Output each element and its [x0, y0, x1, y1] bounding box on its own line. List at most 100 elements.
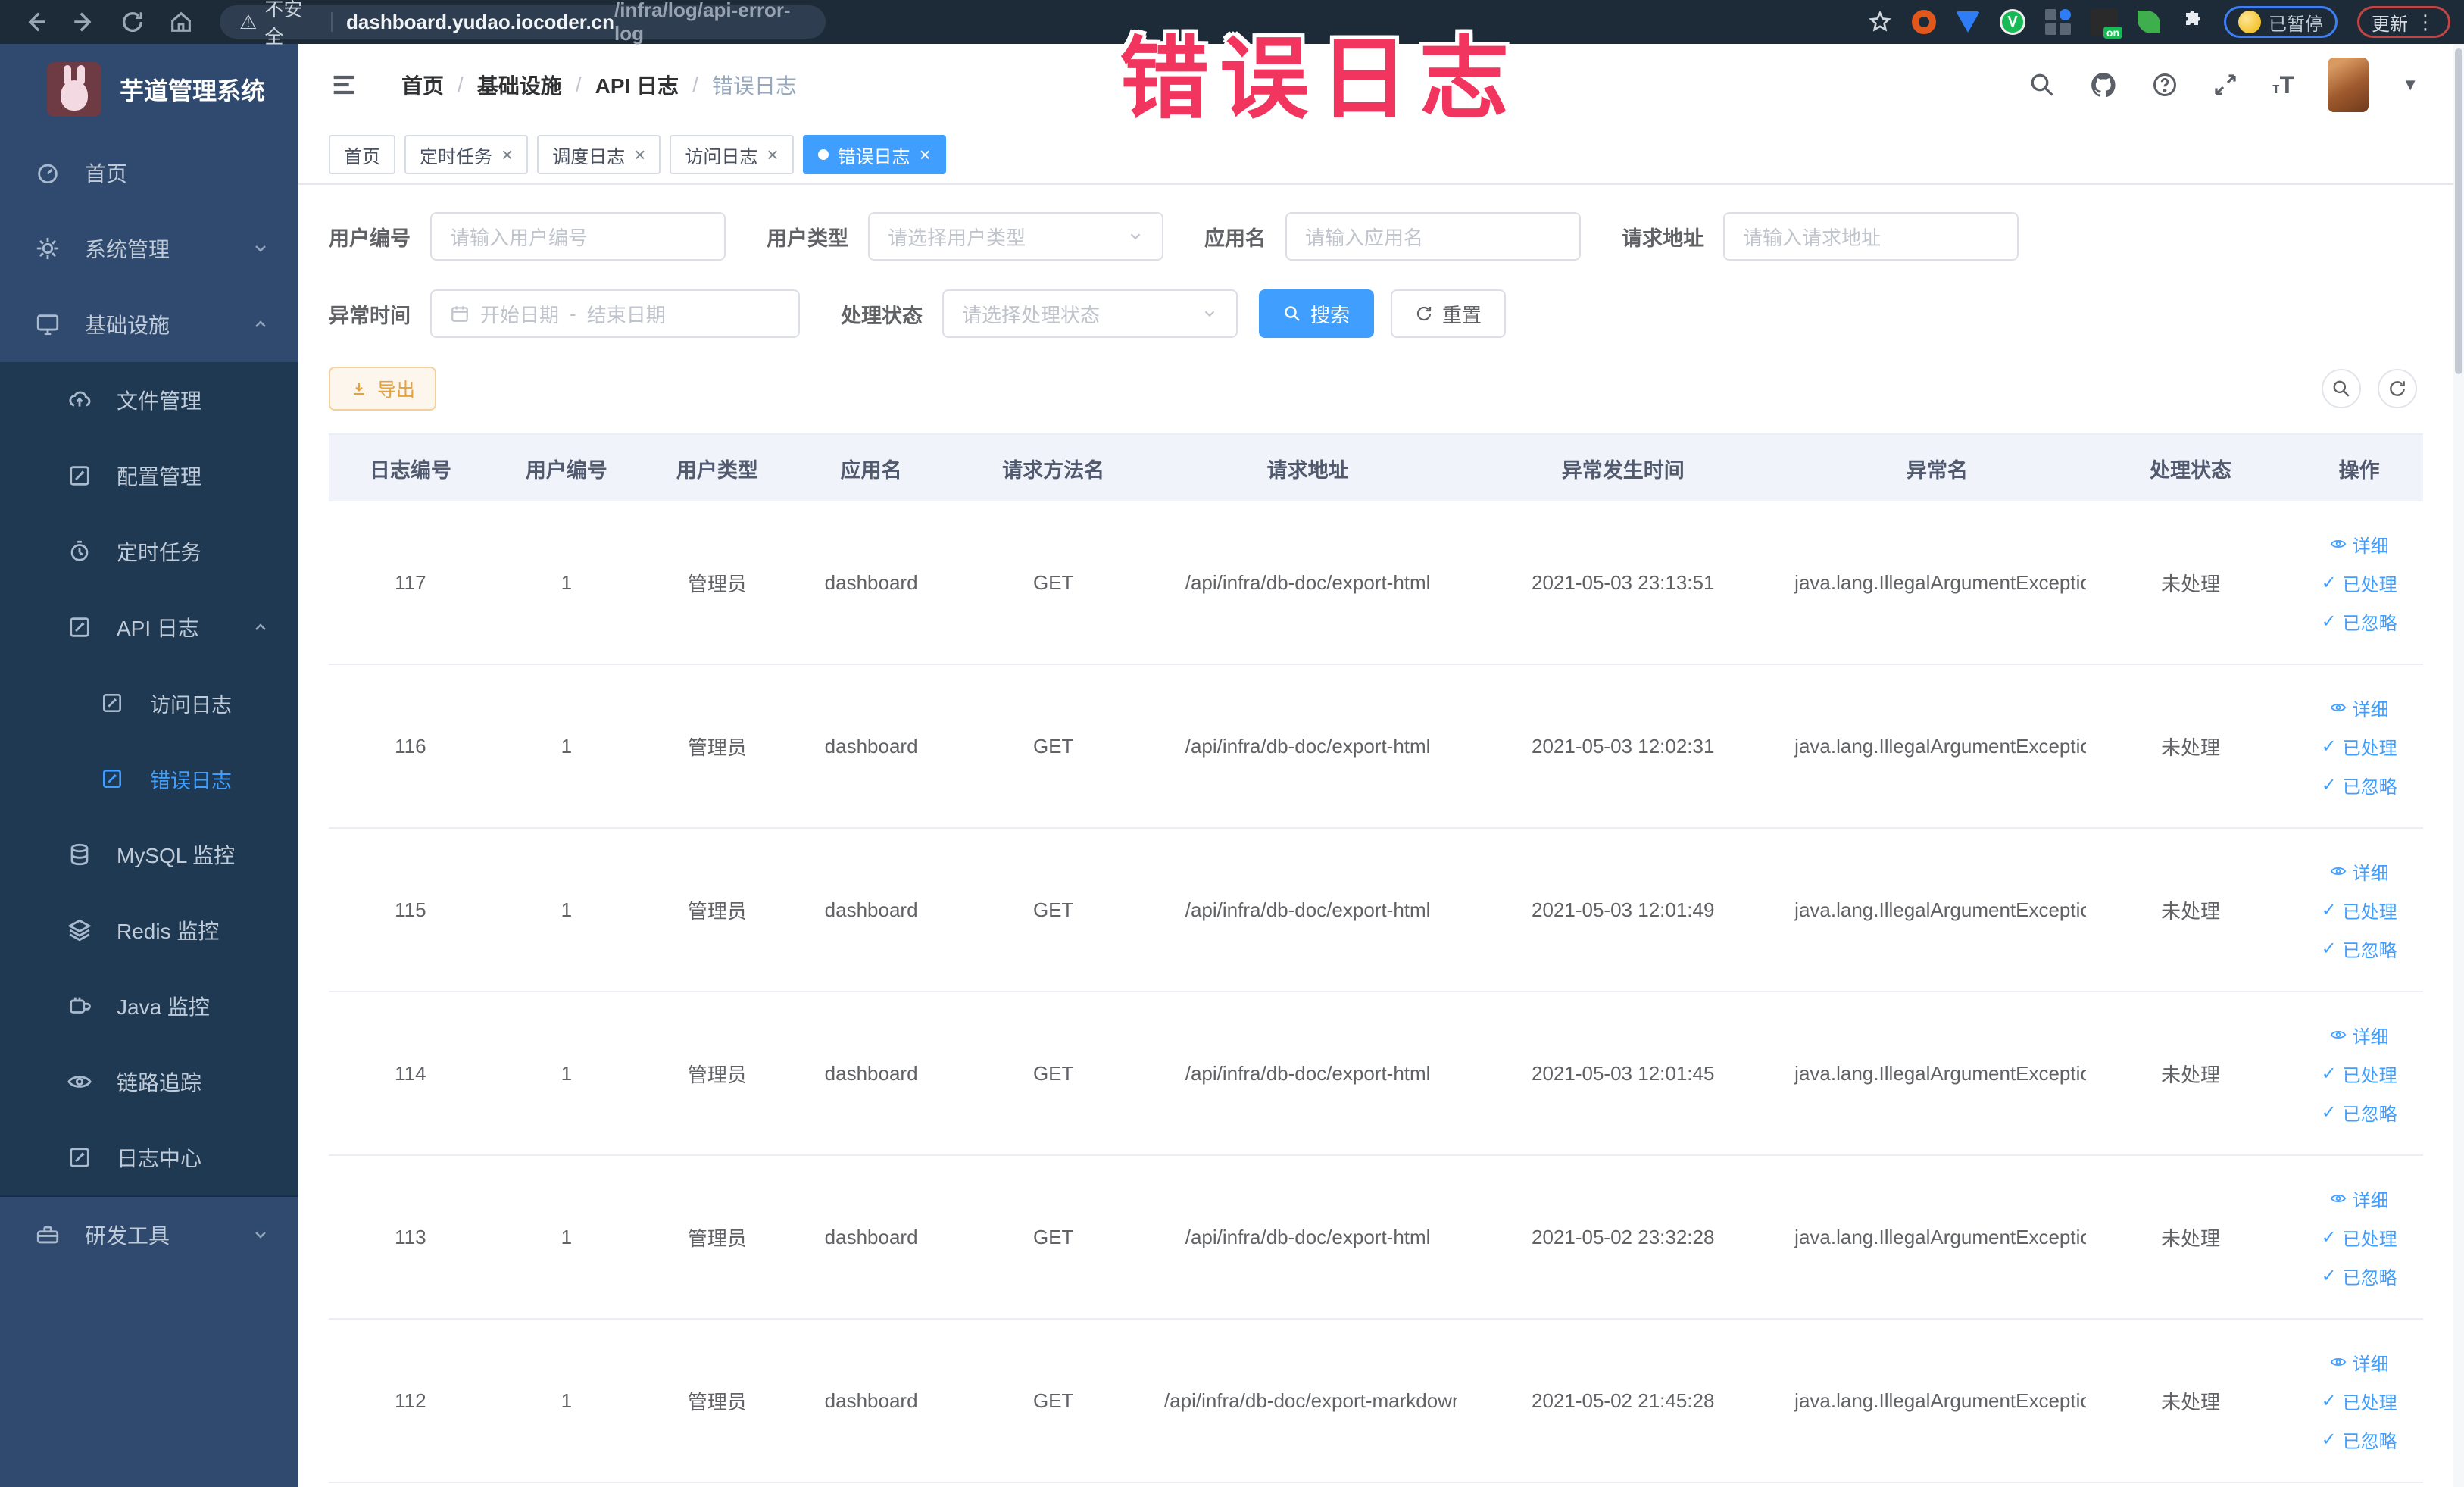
sidebar-item-api-log[interactable]: API 日志	[0, 589, 298, 665]
refresh-icon	[1416, 306, 1432, 321]
tab-home[interactable]: 首页	[329, 135, 395, 174]
mark-ignored-link[interactable]: ✓ 已忽略	[2322, 772, 2397, 798]
eye-icon	[2330, 539, 2346, 548]
sidebar-item-config[interactable]: 配置管理	[0, 438, 298, 514]
app-name-input[interactable]: 请输入应用名	[1285, 212, 1581, 261]
detail-link[interactable]: 详细	[2330, 695, 2389, 721]
table-row: 112 1 管理员 dashboard GET /api/infra/db-do…	[329, 1320, 2423, 1483]
mark-processed-link[interactable]: ✓ 已处理	[2322, 570, 2397, 596]
tab-job[interactable]: 定时任务 ×	[404, 135, 529, 174]
extension-grid-icon[interactable]	[2045, 9, 2071, 35]
hamburger-icon[interactable]	[329, 70, 359, 100]
sidebar-item-java[interactable]: Java 监控	[0, 968, 298, 1044]
bookmark-star-icon[interactable]	[1868, 10, 1892, 34]
search-icon[interactable]	[2028, 71, 2056, 98]
col-app-name: 应用名	[840, 458, 902, 482]
reload-icon[interactable]	[120, 9, 145, 35]
timer-icon	[67, 539, 94, 564]
log-edit-icon	[67, 1145, 94, 1170]
sidebar-item-mysql[interactable]: MySQL 监控	[0, 817, 298, 892]
extensions-puzzle-icon[interactable]	[2180, 10, 2204, 34]
breadcrumb-infra[interactable]: 基础设施	[477, 70, 562, 100]
close-icon[interactable]: ×	[767, 143, 778, 167]
sidebar-item-dev-tools[interactable]: 研发工具	[0, 1197, 298, 1273]
sidebar-item-log-center[interactable]: 日志中心	[0, 1120, 298, 1195]
user-id-input[interactable]: 请输入用户编号	[430, 212, 726, 261]
extension-on-icon[interactable]: on	[2091, 8, 2122, 39]
request-url-input[interactable]: 请输入请求地址	[1723, 212, 2019, 261]
detail-link[interactable]: 详细	[2330, 1186, 2389, 1212]
sidebar-item-job[interactable]: 定时任务	[0, 514, 298, 589]
chrome-update-badge[interactable]: 更新 ⋮	[2357, 6, 2450, 38]
extension-leaf-icon[interactable]	[2138, 11, 2160, 33]
chevron-down-icon	[251, 1226, 270, 1244]
sidebar-item-file[interactable]: 文件管理	[0, 362, 298, 438]
detail-link[interactable]: 详细	[2330, 531, 2389, 558]
app-logo-row[interactable]: 芋道管理系统	[0, 44, 298, 135]
exception-time-range-picker[interactable]: 开始日期 - 结束日期	[430, 289, 800, 338]
mark-ignored-link[interactable]: ✓ 已忽略	[2322, 608, 2397, 635]
tab-access-log[interactable]: 访问日志 ×	[670, 135, 794, 174]
table-header-row: 日志编号 用户编号 用户类型 应用名 请求方法名 请求地址 异常发生时间 异常名…	[329, 435, 2423, 501]
mark-processed-link[interactable]: ✓ 已处理	[2322, 1224, 2397, 1251]
back-icon[interactable]	[23, 9, 48, 35]
extension-v-icon[interactable]: V	[2000, 9, 2025, 35]
forward-icon[interactable]	[71, 9, 97, 35]
database-icon	[67, 842, 94, 867]
chevron-down-icon	[1127, 228, 1144, 245]
extension-shield-icon[interactable]	[1956, 11, 1980, 33]
font-size-icon[interactable]: тT	[2272, 71, 2294, 99]
detail-link[interactable]: 详细	[2330, 1349, 2389, 1376]
sidebar-item-error-log[interactable]: 错误日志	[0, 741, 298, 817]
mark-ignored-link[interactable]: ✓ 已忽略	[2322, 1263, 2397, 1289]
sidebar-item-home[interactable]: 首页	[0, 135, 298, 211]
detail-link[interactable]: 详细	[2330, 1022, 2389, 1048]
profile-paused-badge[interactable]: 已暂停	[2224, 6, 2338, 38]
refresh-table-button[interactable]	[2378, 369, 2417, 408]
help-icon[interactable]	[2151, 71, 2178, 98]
github-icon[interactable]	[2089, 70, 2118, 99]
user-avatar[interactable]	[2328, 58, 2369, 112]
mark-processed-link[interactable]: ✓ 已处理	[2322, 1388, 2397, 1414]
search-button[interactable]: 搜索	[1259, 289, 1375, 338]
gear-icon	[35, 236, 62, 261]
breadcrumb-home[interactable]: 首页	[401, 70, 444, 100]
monitor-icon	[35, 311, 62, 337]
kebab-menu-icon[interactable]: ⋮	[2416, 11, 2436, 34]
export-button[interactable]: 导出	[329, 367, 437, 411]
mark-ignored-link[interactable]: ✓ 已忽略	[2322, 1426, 2397, 1453]
process-status-select[interactable]: 请选择处理状态	[942, 289, 1238, 338]
mark-processed-link[interactable]: ✓ 已处理	[2322, 733, 2397, 760]
mark-processed-link[interactable]: ✓ 已处理	[2322, 1061, 2397, 1087]
close-icon[interactable]: ×	[501, 143, 513, 167]
fullscreen-icon[interactable]	[2212, 71, 2239, 98]
reset-button[interactable]: 重置	[1391, 289, 1507, 338]
caret-down-icon[interactable]: ▼	[2402, 75, 2419, 95]
scrollbar[interactable]	[2453, 44, 2464, 1487]
app-logo	[47, 62, 101, 117]
address-bar[interactable]: ⚠ 不安全 dashboard.yudao.iocoder.cn /infra/…	[220, 0, 826, 48]
user-type-select[interactable]: 请选择用户类型	[868, 212, 1163, 261]
mark-ignored-link[interactable]: ✓ 已忽略	[2322, 1099, 2397, 1126]
sidebar-item-redis[interactable]: Redis 监控	[0, 892, 298, 968]
detail-link[interactable]: 详细	[2330, 858, 2389, 885]
sidebar-item-access-log[interactable]: 访问日志	[0, 665, 298, 741]
home-icon[interactable]	[168, 9, 194, 35]
mark-processed-link[interactable]: ✓ 已处理	[2322, 897, 2397, 923]
tab-error-log[interactable]: 错误日志 ×	[802, 135, 946, 174]
sidebar-item-trace[interactable]: 链路追踪	[0, 1044, 298, 1120]
check-icon: ✓	[2321, 1265, 2337, 1286]
breadcrumb-current: 错误日志	[711, 74, 797, 98]
tab-job-log[interactable]: 调度日志 ×	[537, 135, 661, 174]
sidebar-item-infra[interactable]: 基础设施	[0, 286, 298, 362]
user-id-label: 用户编号	[329, 226, 411, 250]
close-icon[interactable]: ×	[634, 143, 645, 167]
scrollbar-thumb[interactable]	[2455, 48, 2462, 374]
mark-ignored-link[interactable]: ✓ 已忽略	[2322, 936, 2397, 962]
extension-icon[interactable]	[1912, 10, 1936, 34]
close-icon[interactable]: ×	[920, 143, 931, 167]
sidebar-item-system[interactable]: 系统管理	[0, 211, 298, 286]
hide-search-button[interactable]	[2322, 369, 2361, 408]
breadcrumb-api-log[interactable]: API 日志	[595, 70, 679, 100]
chevron-down-icon	[251, 239, 270, 258]
